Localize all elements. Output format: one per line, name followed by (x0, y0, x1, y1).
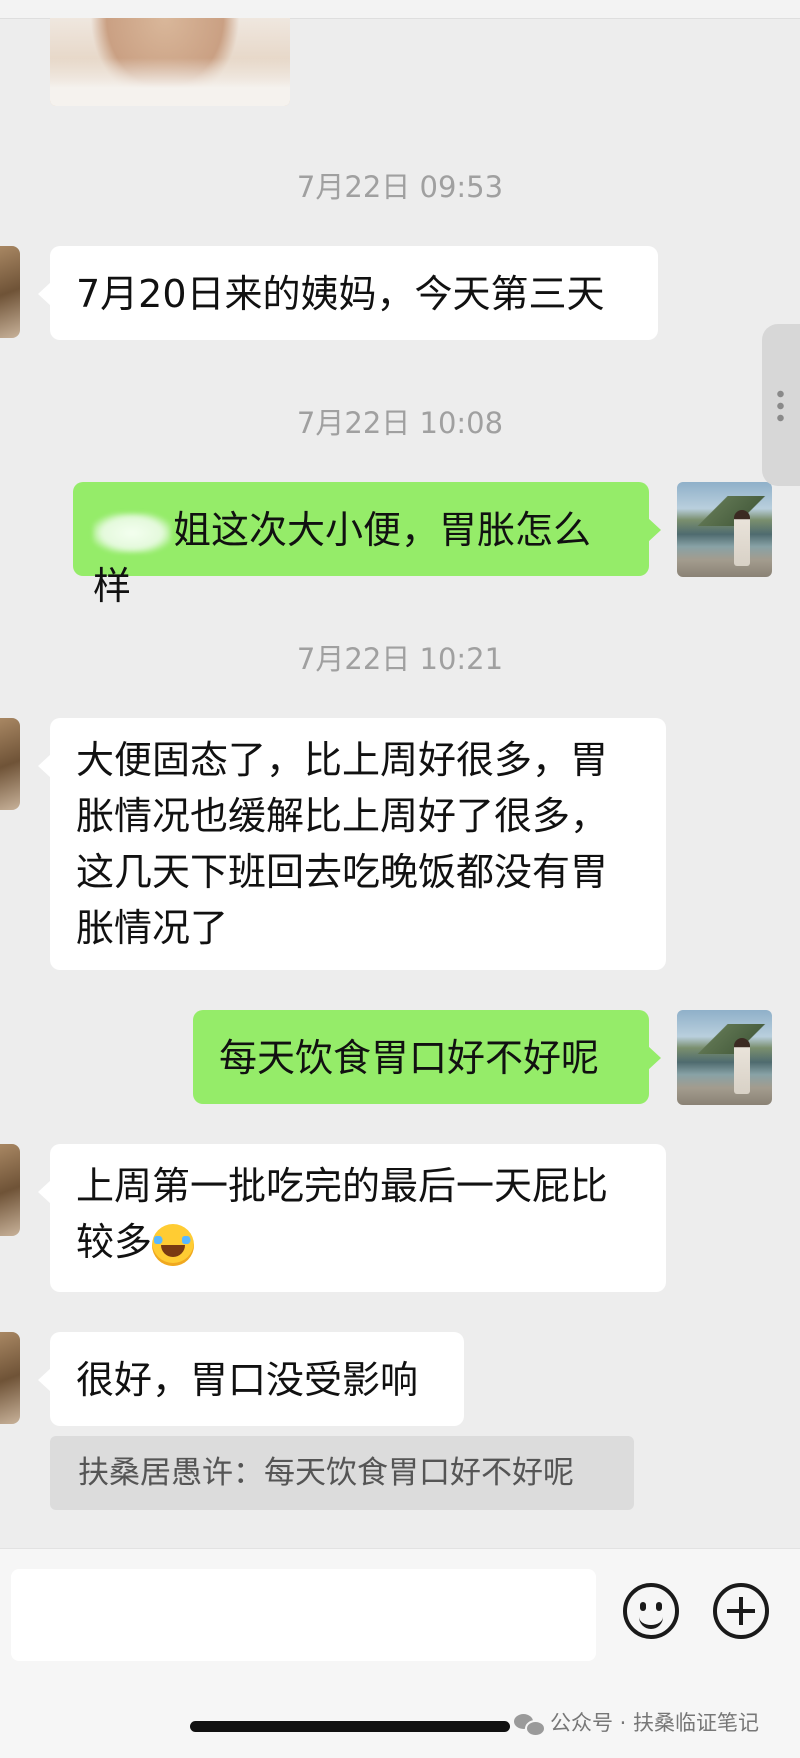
received-message[interactable]: 很好，胃口没受影响 (38, 1332, 464, 1426)
watermark: 公众号 · 扶桑临证笔记 (514, 1705, 759, 1741)
top-strip (0, 0, 800, 19)
avatar-person (734, 510, 750, 566)
sent-message[interactable]: 姐这次大小便，胃胀怎么样 (73, 482, 661, 608)
contact-avatar[interactable] (0, 718, 20, 810)
watermark-text: 公众号 · 扶桑临证笔记 (550, 1711, 760, 1735)
avatar-scenery (677, 496, 772, 526)
home-indicator (190, 1721, 510, 1732)
emoji-eye-icon (640, 1602, 646, 1611)
scroll-handle[interactable] (762, 324, 800, 486)
more-dots-icon (777, 388, 784, 424)
message-input[interactable] (11, 1569, 596, 1661)
avatar-person (734, 1038, 750, 1094)
contact-avatar[interactable] (0, 246, 20, 338)
wechat-icon (514, 1712, 546, 1737)
image-message[interactable] (50, 18, 290, 106)
tears-of-joy-emoji-icon (152, 1223, 195, 1266)
received-message[interactable]: 上周第一批吃完的最后一天屁比较多 (38, 1144, 666, 1292)
input-bar: 公众号 · 扶桑临证笔记 (0, 1548, 800, 1758)
emoji-button[interactable] (623, 1583, 679, 1639)
timestamp: 7月22日 10:21 (296, 642, 504, 676)
emoji-smile-icon (639, 1613, 663, 1629)
avatar-scenery (677, 1024, 772, 1054)
redacted-name-blur (93, 512, 171, 553)
timestamp: 7月22日 09:53 (296, 170, 504, 204)
emoji-eye-icon (656, 1602, 662, 1611)
user-avatar[interactable] (677, 1010, 772, 1105)
quoted-reply[interactable]: 扶桑居愚许：每天饮食胃口好不好呢 (50, 1436, 634, 1510)
received-message[interactable]: 7月20日来的姨妈，今天第三天 (38, 246, 658, 340)
contact-avatar[interactable] (0, 1332, 20, 1424)
contact-avatar[interactable] (0, 1144, 20, 1236)
timestamp: 7月22日 10:08 (296, 406, 504, 440)
sent-message[interactable]: 每天饮食胃口好不好呢 (193, 1010, 661, 1104)
plus-button[interactable] (713, 1583, 769, 1639)
user-avatar[interactable] (677, 482, 772, 577)
image-content-collar (50, 58, 290, 106)
received-message[interactable]: 大便固态了，比上周好很多，胃胀情况也缓解比上周好了很多，这几天下班回去吃晚饭都没… (38, 718, 666, 970)
